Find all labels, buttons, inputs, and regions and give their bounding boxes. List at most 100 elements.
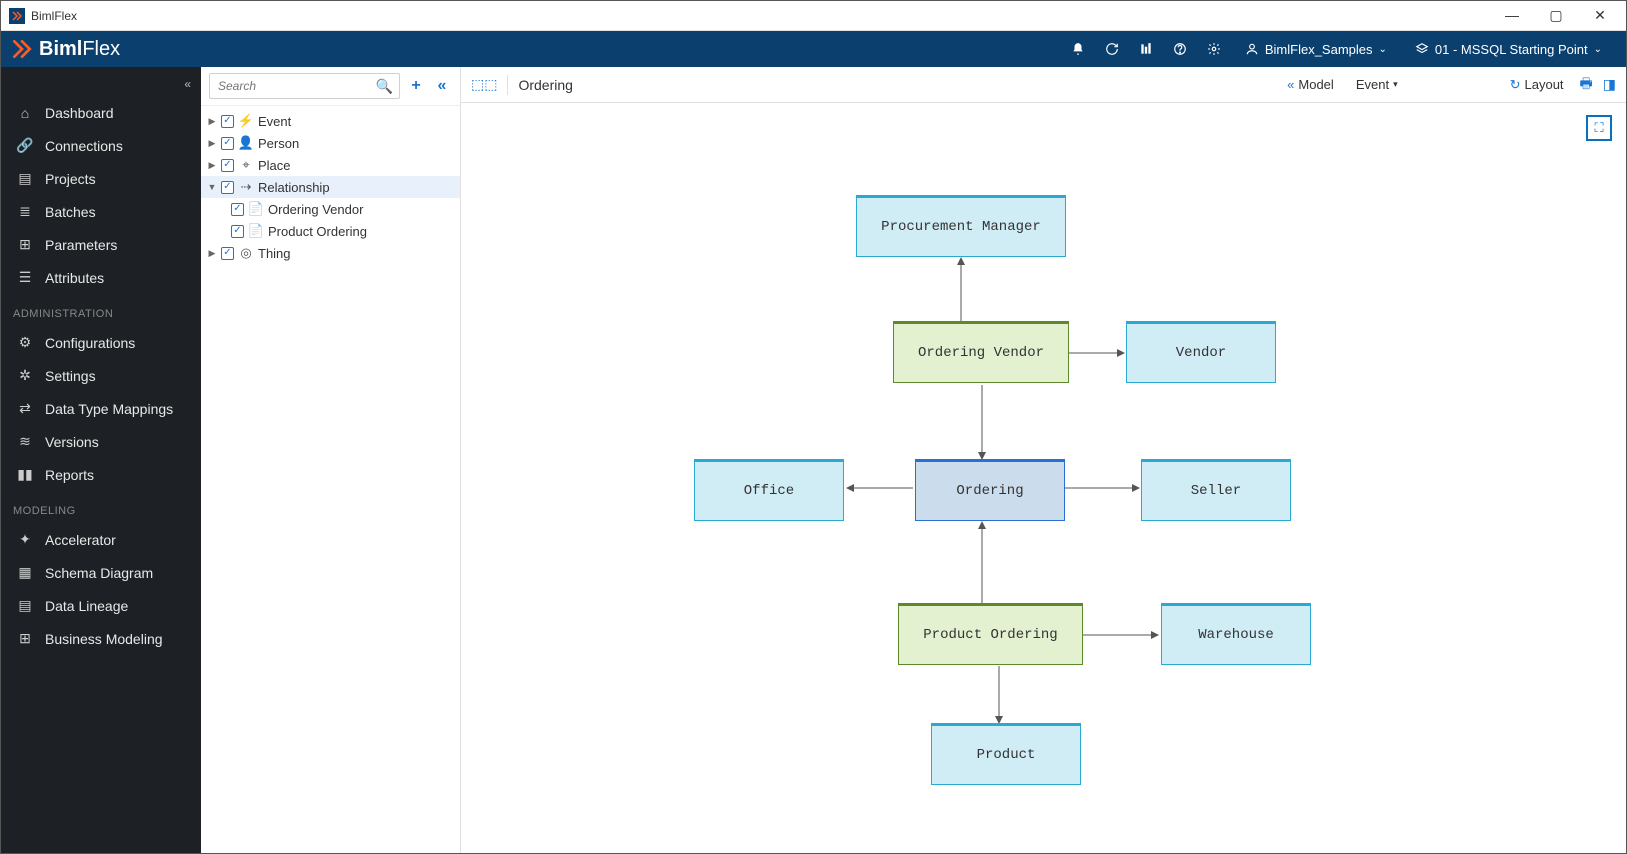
- expand-icon[interactable]: ▶: [207, 116, 217, 127]
- checkbox[interactable]: [231, 203, 244, 216]
- nav-data-type-mappings[interactable]: ⇄Data Type Mappings: [1, 392, 201, 425]
- database-icon[interactable]: [1129, 31, 1163, 67]
- node-ordering-vendor[interactable]: Ordering Vendor: [893, 321, 1069, 383]
- notifications-icon[interactable]: [1061, 31, 1095, 67]
- nav-projects[interactable]: ▤Projects: [1, 162, 201, 195]
- relationship-icon: ⇢: [238, 179, 254, 195]
- add-button[interactable]: +: [406, 77, 426, 95]
- window-title: BimlFlex: [31, 9, 77, 23]
- version-selector[interactable]: 01 - MSSQL Starting Point ⌄: [1401, 31, 1616, 67]
- breadcrumb: Ordering: [518, 77, 572, 93]
- expand-icon[interactable]: ▶: [207, 138, 217, 149]
- app-logo-icon: [9, 8, 25, 24]
- canvas-toolbar: ⬚⬚ Ordering «Model Event▾ ↻Layout 🖶 ◨: [461, 67, 1626, 103]
- checkbox[interactable]: [231, 225, 244, 238]
- refresh-icon: ↻: [1510, 77, 1521, 93]
- projects-icon: ▤: [17, 170, 33, 187]
- wrench-icon: ✲: [17, 367, 33, 384]
- node-office[interactable]: Office: [694, 459, 844, 521]
- tree-node-product-ordering[interactable]: 📄 Product Ordering: [201, 220, 460, 242]
- collapse-icon[interactable]: ▼: [207, 182, 217, 192]
- chart-icon: ▮▮: [17, 466, 33, 483]
- tree-node-place[interactable]: ▶ ⌖ Place: [201, 154, 460, 176]
- business-icon: ⊞: [17, 630, 33, 647]
- document-icon: 📄: [248, 201, 264, 217]
- parameters-icon: ⊞: [17, 236, 33, 253]
- section-modeling: MODELING: [1, 491, 201, 523]
- close-button[interactable]: ✕: [1590, 7, 1610, 24]
- section-administration: ADMINISTRATION: [1, 294, 201, 326]
- brand-logo: BimlFlex: [11, 38, 120, 61]
- back-to-model-button[interactable]: «Model: [1281, 77, 1340, 92]
- search-input-wrap[interactable]: 🔍: [209, 73, 400, 99]
- checkbox[interactable]: [221, 137, 234, 150]
- nav-connections[interactable]: 🔗Connections: [1, 129, 201, 162]
- nav-parameters[interactable]: ⊞Parameters: [1, 228, 201, 261]
- person-icon: 👤: [238, 135, 254, 151]
- home-icon: ⌂: [17, 105, 33, 121]
- tree-node-ordering-vendor[interactable]: 📄 Ordering Vendor: [201, 198, 460, 220]
- checkbox[interactable]: [221, 159, 234, 172]
- checkbox[interactable]: [221, 181, 234, 194]
- canvas-area: ⬚⬚ Ordering «Model Event▾ ↻Layout 🖶 ◨ ⛶: [461, 67, 1626, 853]
- nav-schema-diagram[interactable]: ▦Schema Diagram: [1, 556, 201, 589]
- customer-selector[interactable]: BimlFlex_Samples ⌄: [1231, 31, 1401, 67]
- collapse-tree-icon[interactable]: «: [432, 77, 452, 95]
- nav-batches[interactable]: ≣Batches: [1, 195, 201, 228]
- help-icon[interactable]: [1163, 31, 1197, 67]
- lineage-icon: ▤: [17, 597, 33, 614]
- print-icon[interactable]: 🖶: [1580, 73, 1593, 97]
- nav-business-modeling[interactable]: ⊞Business Modeling: [1, 622, 201, 655]
- document-icon: 📄: [248, 223, 264, 239]
- collapse-nav-icon[interactable]: «: [184, 77, 191, 91]
- top-app-bar: BimlFlex BimlFlex_Samples ⌄ 01 - MSSQL S…: [1, 31, 1626, 67]
- diagram-type-icon[interactable]: ⬚⬚: [471, 76, 497, 93]
- node-procurement-manager[interactable]: Procurement Manager: [856, 195, 1066, 257]
- tree-panel: 🔍 + « ▶ ⚡ Event ▶ 👤 Person ▶ ⌖ Plac: [201, 67, 461, 853]
- nav-data-lineage[interactable]: ▤Data Lineage: [1, 589, 201, 622]
- versions-icon: ≋: [17, 433, 33, 450]
- batches-icon: ≣: [17, 203, 33, 220]
- chevron-down-icon: ⌄: [1594, 44, 1602, 55]
- settings-gear-icon[interactable]: [1197, 31, 1231, 67]
- chevron-down-icon: ⌄: [1379, 44, 1387, 55]
- event-icon: ⚡: [238, 113, 254, 129]
- panel-icon[interactable]: ◨: [1603, 76, 1616, 93]
- nav-attributes[interactable]: ☰Attributes: [1, 261, 201, 294]
- customer-label: BimlFlex_Samples: [1265, 42, 1373, 57]
- schema-icon: ▦: [17, 564, 33, 581]
- nav-accelerator[interactable]: ✦Accelerator: [1, 523, 201, 556]
- node-warehouse[interactable]: Warehouse: [1161, 603, 1311, 665]
- nav-reports[interactable]: ▮▮Reports: [1, 458, 201, 491]
- event-dropdown[interactable]: Event▾: [1350, 77, 1404, 92]
- diagram-canvas[interactable]: ⛶ Procurement Manager Ordering Vendo: [461, 103, 1626, 853]
- tree-node-relationship[interactable]: ▼ ⇢ Relationship: [201, 176, 460, 198]
- layout-button[interactable]: ↻Layout: [1504, 77, 1570, 93]
- node-product[interactable]: Product: [931, 723, 1081, 785]
- left-navigation: « ⌂Dashboard 🔗Connections ▤Projects ≣Bat…: [1, 67, 201, 853]
- gear-icon: ⚙: [17, 334, 33, 351]
- attributes-icon: ☰: [17, 269, 33, 286]
- tree-node-thing[interactable]: ▶ ◎ Thing: [201, 242, 460, 264]
- refresh-icon[interactable]: [1095, 31, 1129, 67]
- accelerator-icon: ✦: [17, 531, 33, 548]
- search-input[interactable]: [210, 75, 399, 97]
- checkbox[interactable]: [221, 247, 234, 260]
- node-product-ordering[interactable]: Product Ordering: [898, 603, 1083, 665]
- tree-node-event[interactable]: ▶ ⚡ Event: [201, 110, 460, 132]
- nav-dashboard[interactable]: ⌂Dashboard: [1, 97, 201, 129]
- maximize-button[interactable]: ▢: [1546, 7, 1566, 24]
- node-seller[interactable]: Seller: [1141, 459, 1291, 521]
- tree-node-person[interactable]: ▶ 👤 Person: [201, 132, 460, 154]
- minimize-button[interactable]: —: [1502, 7, 1522, 24]
- checkbox[interactable]: [221, 115, 234, 128]
- node-vendor[interactable]: Vendor: [1126, 321, 1276, 383]
- version-label: 01 - MSSQL Starting Point: [1435, 42, 1588, 57]
- nav-settings[interactable]: ✲Settings: [1, 359, 201, 392]
- search-icon[interactable]: 🔍: [376, 78, 393, 95]
- node-ordering[interactable]: Ordering: [915, 459, 1065, 521]
- expand-icon[interactable]: ▶: [207, 248, 217, 259]
- nav-configurations[interactable]: ⚙Configurations: [1, 326, 201, 359]
- expand-icon[interactable]: ▶: [207, 160, 217, 171]
- nav-versions[interactable]: ≋Versions: [1, 425, 201, 458]
